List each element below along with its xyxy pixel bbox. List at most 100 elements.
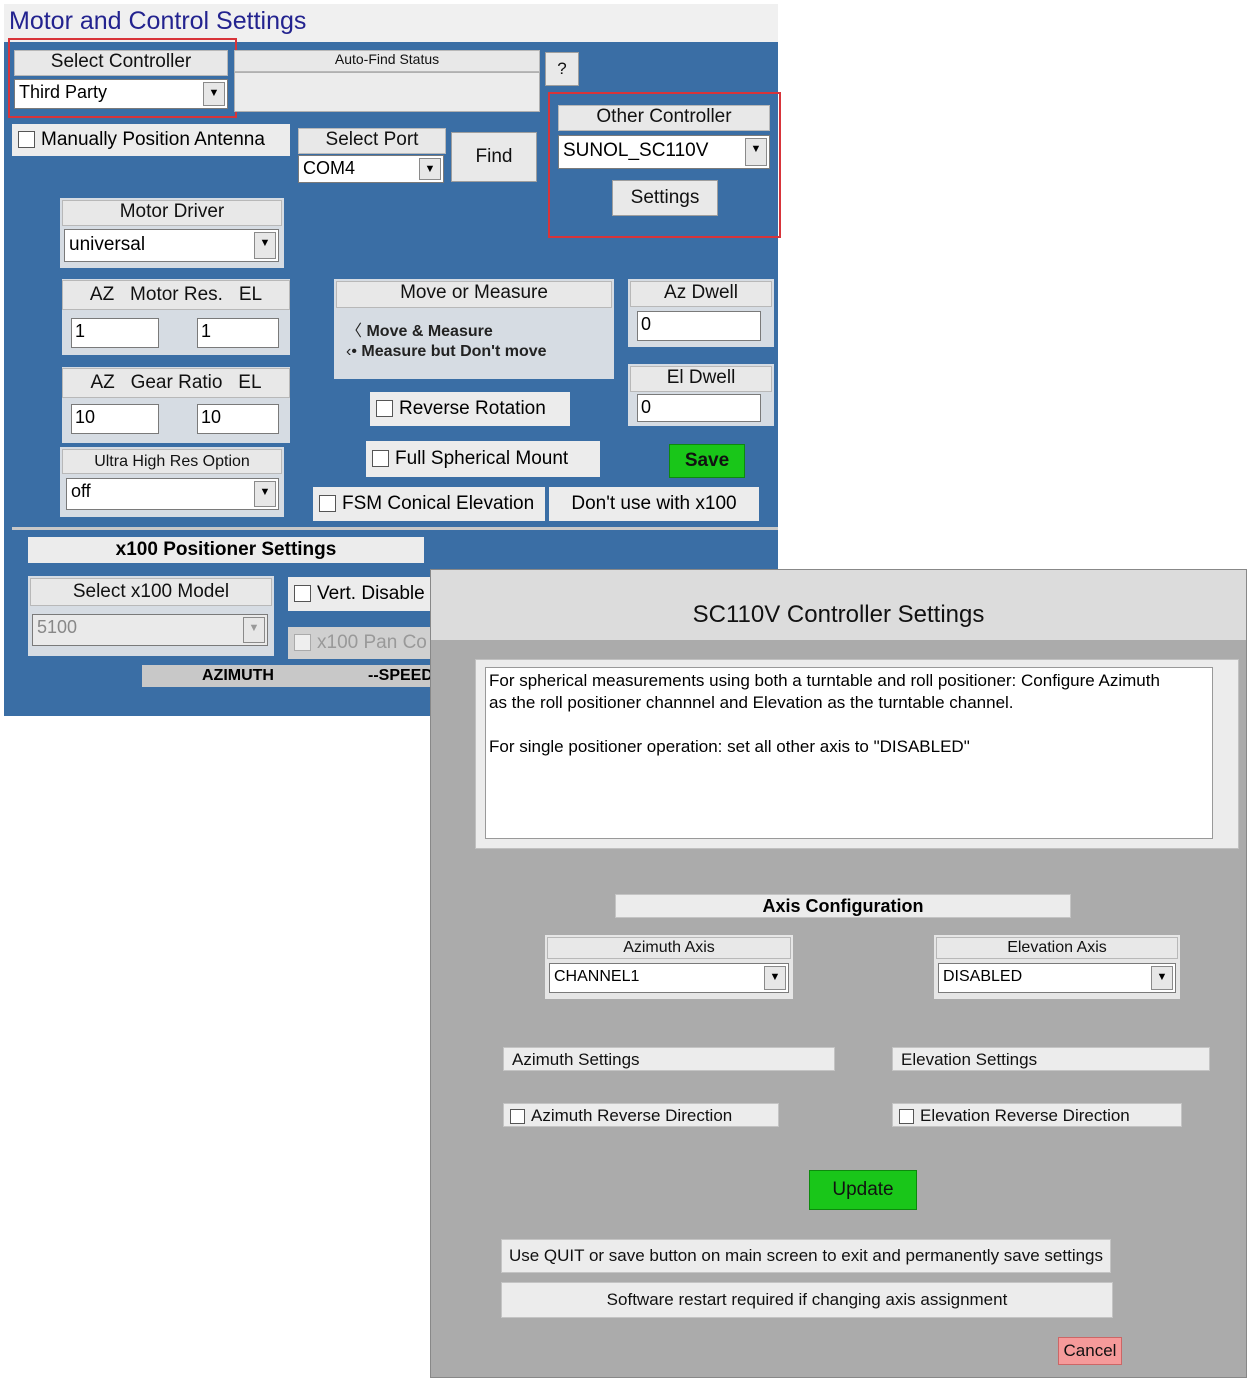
chevron-down-icon[interactable]: ▼: [745, 138, 767, 166]
dialog-title: SC110V Controller Settings: [431, 570, 1246, 640]
checkbox-icon[interactable]: [294, 585, 311, 603]
motor-res-el-label: EL: [238, 284, 263, 305]
checkbox-icon[interactable]: [376, 400, 393, 418]
measure-dont-move-radio[interactable]: ‹• Measure but Don't move: [346, 343, 606, 365]
info-blank-line: [489, 714, 1212, 736]
x100-columns-header: AZIMUTH --SPEED: [142, 665, 434, 687]
select-x100-model-dropdown[interactable]: 5100 ▼: [32, 614, 268, 646]
motor-driver-value: universal: [69, 234, 146, 255]
info-text-area[interactable]: For spherical measurements using both a …: [485, 667, 1213, 839]
info-line-1: For spherical measurements using both a …: [489, 671, 1160, 690]
x100-pan-label: x100 Pan Co: [317, 632, 427, 653]
azimuth-axis-label: Azimuth Axis: [547, 937, 791, 959]
elevation-settings-header: Elevation Settings: [892, 1047, 1210, 1071]
gear-ratio-az-label: AZ: [90, 372, 115, 393]
quit-note: Use QUIT or save button on main screen t…: [501, 1239, 1111, 1273]
axis-configuration-header: Axis Configuration: [615, 894, 1071, 918]
gear-ratio-el-label: EL: [238, 372, 262, 393]
reverse-rotation-checkbox[interactable]: Reverse Rotation: [370, 392, 570, 426]
chevron-down-icon[interactable]: ▼: [203, 82, 225, 106]
gear-ratio-header: AZ Gear Ratio EL: [62, 368, 290, 398]
checkbox-icon[interactable]: [319, 495, 336, 513]
checkbox-icon[interactable]: [372, 450, 389, 468]
chevron-down-icon[interactable]: ▼: [1151, 966, 1173, 990]
motor-res-header: AZ Motor Res. EL: [62, 280, 290, 310]
manual-position-label: Manually Position Antenna: [41, 129, 265, 150]
elevation-axis-value: DISABLED: [943, 968, 1023, 985]
select-port-value: COM4: [303, 158, 356, 178]
chevron-down-icon[interactable]: ▼: [243, 617, 265, 643]
fsm-conical-checkbox[interactable]: FSM Conical Elevation: [313, 487, 545, 521]
measure-dont-move-label: Measure but Don't move: [361, 343, 547, 360]
manual-position-checkbox[interactable]: Manually Position Antenna: [12, 124, 290, 156]
update-button[interactable]: Update: [809, 1170, 917, 1210]
info-line-2: as the roll positioner channnel and Elev…: [489, 693, 1014, 712]
select-x100-model-label: Select x100 Model: [30, 578, 272, 606]
auto-find-status-field: [234, 72, 540, 112]
fsm-conical-label: FSM Conical Elevation: [342, 493, 535, 514]
x100-settings-header: x100 Positioner Settings: [28, 537, 424, 563]
cancel-button[interactable]: Cancel: [1058, 1337, 1122, 1365]
move-or-measure-label: Move or Measure: [336, 281, 612, 308]
other-controller-dropdown[interactable]: SUNOL_SC110V ▼: [558, 135, 770, 169]
x100-pan-checkbox[interactable]: x100 Pan Co: [288, 627, 434, 659]
select-port-label: Select Port: [298, 128, 446, 154]
motor-driver-dropdown[interactable]: universal ▼: [64, 229, 279, 262]
restart-note: Software restart required if changing ax…: [501, 1282, 1113, 1318]
az-dwell-input[interactable]: 0: [637, 311, 761, 341]
help-button[interactable]: ?: [545, 52, 579, 86]
vert-disable-label: Vert. Disable: [317, 583, 425, 604]
chevron-down-icon[interactable]: ▼: [419, 158, 441, 180]
speed-column-label: --SPEED: [368, 667, 433, 684]
motor-res-el-input[interactable]: 1: [197, 318, 279, 348]
checkbox-icon[interactable]: [294, 634, 311, 652]
azimuth-settings-header: Azimuth Settings: [503, 1047, 835, 1071]
motor-driver-label: Motor Driver: [62, 200, 282, 226]
window-title: Motor and Control Settings: [4, 4, 778, 42]
gear-ratio-el-input[interactable]: 10: [197, 404, 279, 434]
radio-icon[interactable]: 〈: [346, 323, 362, 340]
full-spherical-checkbox[interactable]: Full Spherical Mount: [366, 441, 600, 477]
elevation-axis-label: Elevation Axis: [936, 937, 1178, 959]
gear-ratio-az-input[interactable]: 10: [71, 404, 159, 434]
other-controller-value: SUNOL_SC110V: [563, 140, 709, 161]
find-button[interactable]: Find: [451, 132, 537, 182]
radio-selected-icon[interactable]: ‹•: [346, 343, 357, 360]
ultra-high-res-label: Ultra High Res Option: [62, 449, 282, 474]
ultra-high-res-dropdown[interactable]: off ▼: [66, 478, 279, 510]
info-line-3: For single positioner operation: set all…: [489, 737, 970, 756]
move-and-measure-radio[interactable]: 〈 Move & Measure: [346, 317, 606, 340]
elevation-reverse-checkbox[interactable]: Elevation Reverse Direction: [892, 1103, 1182, 1127]
save-button[interactable]: Save: [669, 444, 745, 478]
elevation-reverse-label: Elevation Reverse Direction: [920, 1106, 1130, 1125]
azimuth-column-label: AZIMUTH: [202, 667, 274, 684]
checkbox-icon[interactable]: [899, 1109, 914, 1125]
azimuth-reverse-label: Azimuth Reverse Direction: [531, 1106, 733, 1125]
el-dwell-input[interactable]: 0: [637, 394, 761, 422]
other-controller-label: Other Controller: [558, 105, 770, 131]
azimuth-reverse-checkbox[interactable]: Azimuth Reverse Direction: [503, 1103, 779, 1127]
chevron-down-icon[interactable]: ▼: [764, 966, 786, 990]
settings-button[interactable]: Settings: [612, 180, 718, 216]
divider: [12, 527, 778, 530]
chevron-down-icon[interactable]: ▼: [254, 232, 276, 259]
dont-use-note: Don't use with x100: [549, 487, 759, 521]
el-dwell-label: El Dwell: [630, 366, 772, 392]
vert-disable-checkbox[interactable]: Vert. Disable: [288, 577, 434, 611]
azimuth-axis-dropdown[interactable]: CHANNEL1 ▼: [549, 963, 789, 993]
full-spherical-label: Full Spherical Mount: [395, 448, 569, 469]
checkbox-icon[interactable]: [510, 1109, 525, 1125]
azimuth-axis-value: CHANNEL1: [554, 968, 640, 985]
chevron-down-icon[interactable]: ▼: [254, 481, 276, 507]
reverse-rotation-label: Reverse Rotation: [399, 398, 546, 419]
checkbox-icon[interactable]: [18, 131, 35, 149]
auto-find-status-label: Auto-Find Status: [234, 50, 540, 72]
sc110v-settings-dialog: SC110V Controller Settings For spherical…: [430, 569, 1247, 1378]
motor-res-az-input[interactable]: 1: [71, 318, 159, 348]
select-x100-model-value: 5100: [37, 617, 78, 637]
select-controller-dropdown[interactable]: Third Party ▼: [14, 79, 228, 109]
elevation-axis-dropdown[interactable]: DISABLED ▼: [938, 963, 1176, 993]
select-controller-value: Third Party: [19, 82, 108, 102]
select-controller-label: Select Controller: [14, 50, 228, 76]
select-port-dropdown[interactable]: COM4 ▼: [298, 155, 444, 183]
